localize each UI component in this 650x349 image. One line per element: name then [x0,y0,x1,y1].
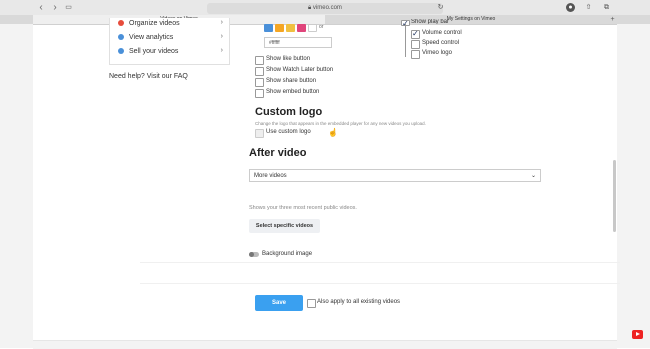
sidebar-item-organize[interactable]: Organize videos [118,18,180,30]
after-video-selected-value: More videos [254,173,287,179]
sidebar-item-label: Organize videos [129,20,180,27]
sidebar-item-analytics[interactable]: View analytics [118,32,173,44]
swatch-or-label: or [319,24,324,30]
page-gutter-left [0,24,33,348]
scrollbar[interactable] [613,160,616,232]
after-video-select[interactable]: More videos ⌄ [249,169,541,182]
show-embed-checkbox[interactable] [255,89,264,98]
apply-all-checkbox[interactable] [307,299,316,308]
color-hex-input[interactable]: #ffffff [264,37,332,48]
select-specific-videos-button[interactable]: Select specific videos [249,219,320,233]
show-play-bar-label: Show play bar [411,19,450,24]
color-swatch[interactable] [308,24,317,32]
mouse-cursor-icon: ☝ [328,128,338,137]
speed-control-label: Speed control [422,40,460,46]
address-url: vimeo.com [312,5,342,11]
custom-logo-heading: Custom logo [255,106,323,118]
show-watch-later-checkbox[interactable] [255,67,264,76]
share-icon[interactable]: ⇧ [584,3,593,12]
save-button[interactable]: Save [255,295,303,311]
show-like-checkbox[interactable] [255,56,264,65]
page-gutter-right [617,24,650,348]
reload-icon[interactable]: ↻ [436,3,445,12]
sidebar-menu: Organize videos › View analytics › Sell … [109,18,230,65]
new-tab-icon[interactable]: + [608,15,617,24]
tabs-overview-icon[interactable]: ⧉ [602,3,611,12]
youtube-logo-icon [632,330,643,339]
color-swatch[interactable] [297,24,306,32]
help-link[interactable]: Need help? Visit our FAQ [109,73,188,80]
use-custom-logo-checkbox[interactable] [255,129,264,138]
speed-control-checkbox[interactable] [411,40,420,49]
show-share-label: Show share button [266,78,317,84]
show-share-checkbox[interactable] [255,78,264,87]
use-custom-logo-label: Use custom logo [266,129,311,135]
vimeo-logo-checkbox[interactable] [411,50,420,59]
address-bar[interactable]: 🔒︎ vimeo.com [207,3,443,14]
after-video-description: Shows your three most recent public vide… [249,205,357,211]
tab-label: My Settings on Vimeo [446,16,496,22]
chevron-right-icon: › [220,19,223,26]
apply-all-label: Also apply to all existing videos [317,299,401,305]
sell-icon [118,48,124,55]
show-embed-label: Show embed button [266,89,320,95]
volume-control-label: Volume control [422,30,462,36]
lock-icon: 🔒︎ [308,5,312,11]
divider [140,262,620,263]
tree-line [405,24,406,57]
volume-control-checkbox[interactable] [411,29,420,39]
tab-settings[interactable]: My Settings on Vimeo [325,15,617,24]
chevron-right-icon: › [220,33,223,40]
background-image-toggle[interactable] [249,252,259,257]
extension-icon[interactable]: ● [566,3,575,12]
after-video-heading: After video [249,147,307,159]
chevron-right-icon: › [220,47,223,54]
organize-icon [118,20,124,27]
chevron-down-icon: ⌄ [530,173,536,179]
sidebar-item-label: View analytics [129,34,174,41]
vimeo-logo-label: Vimeo logo [422,50,452,56]
color-swatch[interactable] [286,24,295,32]
custom-logo-description: Change the logo that appears in the embe… [255,121,426,126]
divider [140,283,620,284]
sidebar-item-label: Sell your videos [129,48,179,55]
sidebar-item-sell[interactable]: Sell your videos [118,46,178,58]
forward-icon[interactable]: › [50,3,60,13]
color-swatch[interactable] [275,24,284,32]
analytics-icon [118,34,124,41]
color-swatch[interactable] [264,24,273,32]
sidebar-toggle-icon[interactable]: ▭ [64,3,73,12]
background-image-label: Background image [262,251,313,257]
show-watch-later-label: Show Watch Later button [266,67,334,73]
show-like-label: Show like button [266,56,311,62]
back-icon[interactable]: ‹ [36,3,46,13]
